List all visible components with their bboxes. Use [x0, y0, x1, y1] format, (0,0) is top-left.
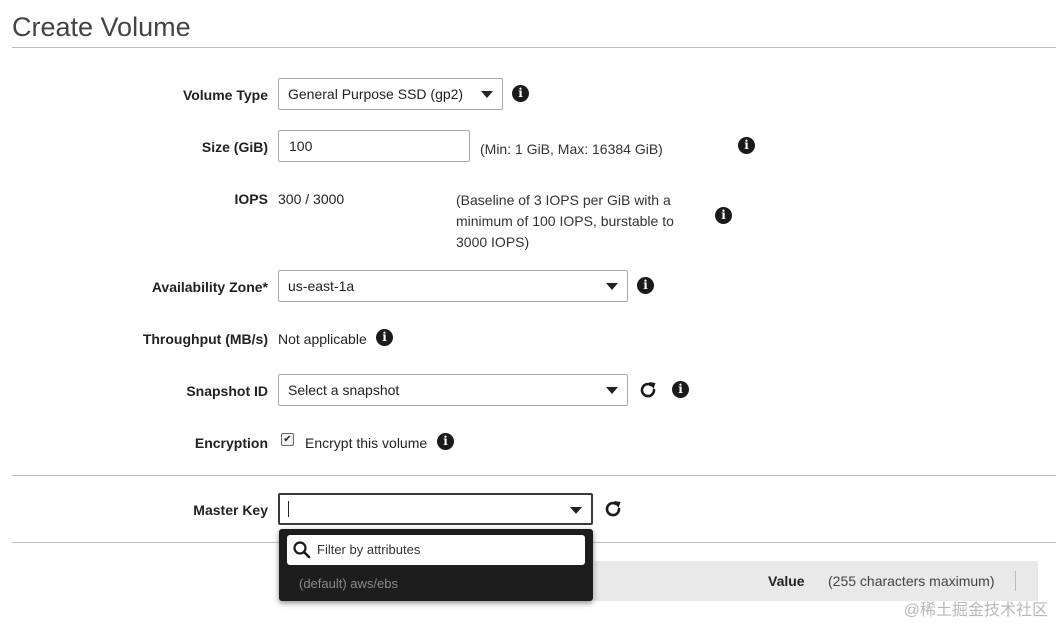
title-divider: [12, 47, 1056, 48]
info-icon[interactable]: i: [715, 207, 732, 224]
iops-hint: (Baseline of 3 IOPS per GiB with a minim…: [456, 192, 674, 250]
info-icon[interactable]: i: [512, 85, 529, 102]
value-column-header: Value: [768, 573, 805, 589]
encrypt-checkbox[interactable]: ✔: [281, 433, 294, 446]
availability-zone-value: us-east-1a: [288, 278, 355, 294]
master-key-label: Master Key: [193, 502, 268, 518]
refresh-icon[interactable]: [638, 380, 658, 400]
value-column-hint: (255 characters maximum): [828, 573, 995, 589]
master-key-dropdown: Filter by attributes (default) aws/ebs: [279, 529, 593, 601]
throughput-value: Not applicable: [278, 331, 367, 347]
page-title: Create Volume: [12, 12, 191, 42]
tags-table-header: Value (255 characters maximum): [594, 561, 1038, 601]
text-cursor: [288, 501, 289, 517]
throughput-label: Throughput (MB/s): [142, 331, 268, 347]
filter-input[interactable]: Filter by attributes: [287, 535, 585, 565]
section-divider: [12, 475, 1056, 476]
size-input[interactable]: [278, 130, 470, 162]
volume-type-value: General Purpose SSD (gp2): [288, 86, 464, 102]
snapshot-id-select[interactable]: Select a snapshot: [278, 374, 628, 406]
refresh-icon[interactable]: [603, 499, 623, 519]
info-icon[interactable]: i: [437, 433, 454, 450]
availability-zone-label: Availability Zone*: [151, 279, 268, 295]
watermark: @稀土掘金技术社区: [903, 602, 1048, 619]
encrypt-checkbox-label: Encrypt this volume: [305, 435, 428, 451]
volume-type-label: Volume Type: [182, 87, 268, 103]
info-icon[interactable]: i: [672, 381, 689, 398]
availability-zone-select[interactable]: us-east-1a: [278, 270, 628, 302]
search-icon: [293, 541, 311, 559]
chevron-down-icon: [481, 91, 493, 98]
chevron-down-icon: [570, 507, 582, 514]
info-icon[interactable]: i: [738, 137, 755, 154]
column-divider: [1015, 571, 1016, 591]
snapshot-id-value: Select a snapshot: [288, 382, 400, 398]
info-icon[interactable]: i: [637, 277, 654, 294]
size-label: Size (GiB): [201, 139, 268, 155]
encryption-label: Encryption: [194, 435, 268, 451]
size-hint: (Min: 1 GiB, Max: 16384 GiB): [480, 141, 663, 157]
iops-value: 300 / 3000: [278, 191, 345, 207]
volume-type-select[interactable]: General Purpose SSD (gp2): [278, 78, 503, 110]
chevron-down-icon: [606, 387, 618, 394]
snapshot-id-label: Snapshot ID: [186, 383, 268, 399]
master-key-select[interactable]: [278, 493, 593, 525]
filter-placeholder: Filter by attributes: [317, 542, 421, 557]
chevron-down-icon: [606, 283, 618, 290]
iops-label: IOPS: [234, 191, 268, 207]
info-icon[interactable]: i: [376, 329, 393, 346]
dropdown-option[interactable]: (default) aws/ebs: [299, 576, 398, 591]
